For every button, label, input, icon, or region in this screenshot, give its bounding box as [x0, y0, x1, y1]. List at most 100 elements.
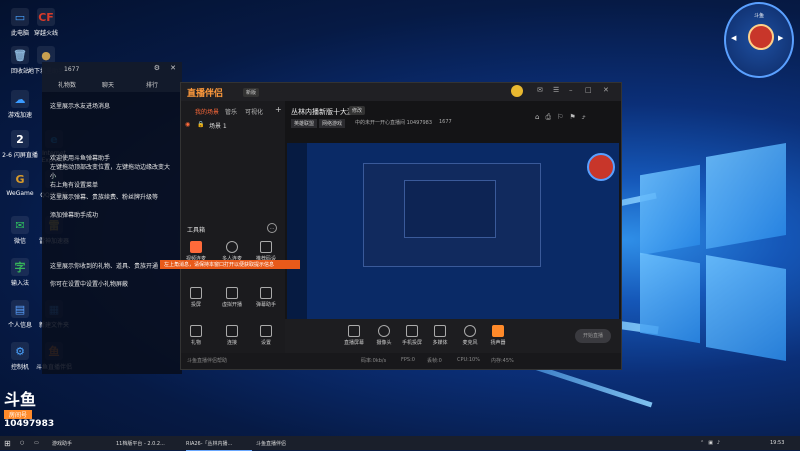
tool-cast[interactable]: 投屏: [185, 287, 207, 308]
taskbar-item[interactable]: RIA26-「丛林内播...: [186, 436, 252, 451]
danmaku-assistant-panel[interactable]: 1677 ✕ ⚙ 礼物数 聊天 排行 这里展示水友进场消息 欢迎使用斗鱼弹幕助手…: [42, 62, 182, 374]
main-content: 丛林内播新版十大游 修改 英雄联盟 网络游戏 中的未开一开心直播间 104979…: [285, 101, 621, 353]
app-icon: ⚙: [11, 342, 29, 360]
windows-logo: [640, 142, 790, 370]
desktop-icon-label: 游戏加速: [7, 112, 32, 119]
content-toolbar-icons[interactable]: ⌂⎙⚐⚑⤴: [535, 113, 592, 122]
tab-my-scenes[interactable]: 我的场景: [195, 107, 219, 116]
assistant-message: 这里展示弹幕、贵族续费、粉丝牌升级等: [50, 194, 159, 201]
tool-gift[interactable]: 礼物: [185, 325, 207, 346]
tool-connect[interactable]: 连接: [221, 325, 243, 346]
app-icon: ▤: [11, 300, 29, 318]
menu-icon[interactable]: ☰: [553, 86, 559, 94]
assistant-viewer-count: 1677: [64, 66, 80, 73]
nested-preview: [363, 163, 541, 267]
version-badge[interactable]: 新版: [243, 88, 260, 97]
tool-multi-link[interactable]: 多人连麦: [221, 241, 243, 262]
app-icon: ✉: [11, 216, 29, 234]
float-left-icon[interactable]: ◀: [731, 34, 736, 42]
app-icon: 2: [11, 130, 29, 148]
desktop-icon-label: 穿越火线: [33, 30, 58, 37]
room-title: 丛林内播新版十大游: [291, 108, 354, 116]
taskview-icon[interactable]: ▭: [34, 436, 39, 450]
tool-settings[interactable]: 设置: [255, 325, 277, 346]
float-label: 斗鱼: [753, 13, 764, 19]
tool-danmaku[interactable]: 弹幕助手: [255, 287, 277, 308]
watermark-sub: 房间号: [4, 410, 32, 419]
assistant-tab-rank[interactable]: 排行: [146, 80, 158, 89]
clock[interactable]: 19:53: [770, 436, 784, 450]
start-live-button[interactable]: 开始直播: [575, 329, 611, 343]
assistant-message: 添加弹幕助手成功: [50, 212, 99, 219]
status-memory: 内存:45%: [491, 358, 514, 364]
avatar[interactable]: [511, 85, 523, 97]
control-media[interactable]: 多媒体: [429, 325, 451, 346]
taskbar-item[interactable]: 游戏助手: [52, 436, 112, 450]
tab-music[interactable]: 管乐: [225, 107, 237, 116]
taskbar-item[interactable]: 斗鱼直播伴侣: [256, 436, 316, 450]
stream-preview[interactable]: [287, 143, 619, 331]
status-fps: FPS:0: [401, 357, 415, 363]
live-companion-window[interactable]: 直播伴侣 新版 ✉ ☰ – □ ✕ 我的场景 管乐 可视化 + ◉ 🔒 场景 1…: [180, 82, 622, 370]
desktop-icon[interactable]: CF 穿越火线: [26, 8, 66, 37]
douyu-watermark: 斗鱼 房间号 10497983: [4, 386, 64, 436]
float-widget[interactable]: 斗鱼 ◀ ▶: [724, 2, 794, 78]
app-icon: CF: [37, 8, 55, 26]
control-phone-cast[interactable]: 手机投屏: [401, 325, 423, 346]
app-icon: ☁: [11, 90, 29, 108]
control-speaker[interactable]: 扬声器: [487, 325, 509, 346]
assistant-tab-chat[interactable]: 聊天: [102, 80, 114, 89]
lock-icon[interactable]: 🔒: [197, 121, 204, 128]
help-link[interactable]: 斗鱼直播伴侣帮助: [187, 357, 227, 364]
viewer-count: 1677: [439, 119, 452, 125]
assistant-message: 这里展示你收到的礼物、道具、贵族开通: [50, 263, 159, 270]
room-subcategory[interactable]: 网络游戏: [319, 119, 346, 128]
maximize-icon[interactable]: □: [585, 86, 592, 94]
taskbar-search-icon[interactable]: ○: [20, 436, 24, 450]
desktop-icon-label: 输入法: [10, 280, 29, 287]
status-bitrate: 码率:0kb/s: [361, 358, 387, 364]
assistant-message: 你可在设置中设置小礼物屏蔽: [50, 281, 129, 288]
control-screen[interactable]: 直播屏幕: [343, 325, 365, 346]
control-bar: 直播屏幕 摄像头 手机投屏 多媒体 麦克风 扬声器 开始直播: [285, 319, 621, 355]
status-bar: 斗鱼直播伴侣帮助 码率:0kb/s FPS:0 丢帧:0 CPU:10% 内存:…: [181, 353, 621, 369]
status-drop: 丢帧:0: [427, 358, 442, 364]
control-camera[interactable]: 摄像头: [373, 325, 395, 346]
notice-banner[interactable]: 左上角消息，请保持本窗口打开以便获取提示信息: [160, 260, 300, 269]
status-cpu: CPU:10%: [457, 357, 480, 363]
room-category[interactable]: 英雄联盟: [291, 119, 318, 128]
minimize-icon[interactable]: –: [569, 86, 573, 94]
tray-icons[interactable]: ⌃▣♪: [700, 436, 724, 450]
assistant-settings-icon[interactable]: ⚙: [154, 64, 160, 72]
eye-icon[interactable]: ◉: [185, 121, 190, 128]
app-brand: 直播伴侣: [187, 89, 224, 99]
tools-header: 工具箱: [187, 227, 206, 234]
scene-item[interactable]: 场景 1: [209, 121, 227, 130]
assistant-message: 欢迎使用斗鱼弹幕助手: [50, 155, 111, 162]
assistant-close-icon[interactable]: ✕: [170, 64, 176, 72]
app-titlebar[interactable]: 直播伴侣 新版 ✉ ☰ – □ ✕: [181, 83, 621, 101]
app-icon: G: [11, 170, 29, 188]
tool-virtual[interactable]: 虚拟开播: [221, 287, 243, 308]
assistant-message: 左键拖动顶部改变位置，左键拖动边缘改变大小: [50, 164, 171, 180]
add-scene-icon[interactable]: +: [275, 105, 282, 114]
app-icon: 字: [11, 258, 29, 276]
float-right-icon[interactable]: ▶: [778, 34, 783, 42]
preview-float-icon: [587, 153, 615, 181]
tab-visual[interactable]: 可视化: [245, 107, 263, 116]
start-button[interactable]: ⊞: [4, 436, 11, 450]
close-icon[interactable]: ✕: [603, 86, 609, 94]
tools-more-icon[interactable]: …: [267, 223, 277, 233]
edit-title-button[interactable]: 修改: [349, 106, 366, 115]
assistant-header[interactable]: 1677 ✕ ⚙ 礼物数 聊天 排行: [42, 62, 182, 92]
control-mic[interactable]: 麦克风: [459, 325, 481, 346]
desktop-icon[interactable]: 字输入法: [0, 258, 40, 287]
taskbar-item[interactable]: 11档版平台 - 2.0.2...: [116, 436, 182, 450]
mail-icon[interactable]: ✉: [537, 86, 543, 94]
assistant-message: 右上角有设置菜单: [50, 182, 99, 189]
watermark-room: 10497983: [4, 419, 55, 429]
assistant-message: 这里展示水友进场消息: [50, 103, 111, 110]
tool-video-link[interactable]: 视频连麦: [185, 241, 207, 262]
desktop-icon[interactable]: ☁ 游戏加速: [0, 90, 40, 119]
assistant-tab-gifts[interactable]: 礼物数: [58, 80, 76, 89]
